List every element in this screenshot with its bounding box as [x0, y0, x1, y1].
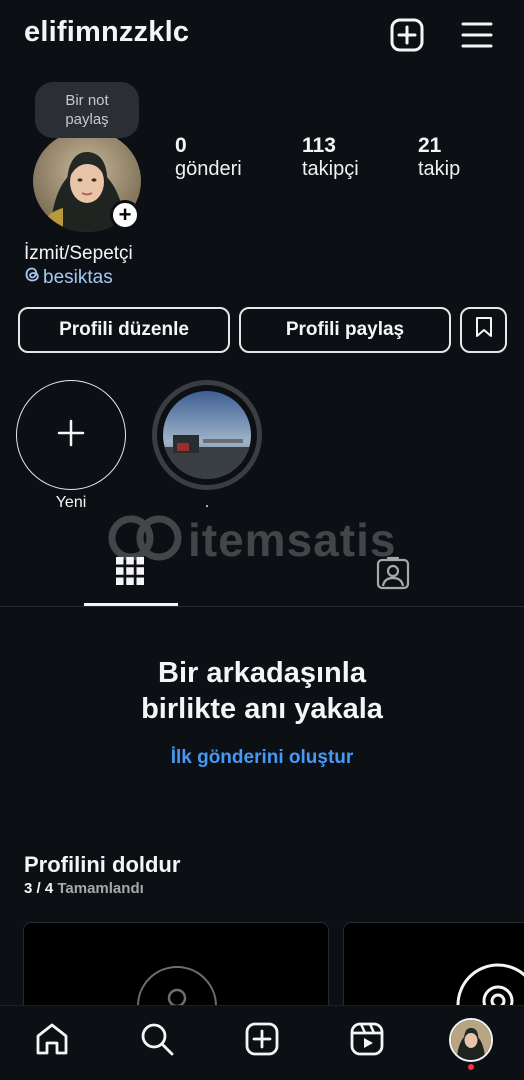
highlight-label-new: Yeni: [55, 494, 87, 511]
threads-icon: [24, 266, 41, 289]
reels-icon[interactable]: [347, 1019, 387, 1059]
tagged-person-icon: [376, 556, 410, 594]
stat-following-value: 21: [418, 134, 442, 157]
grid-tab[interactable]: [115, 556, 147, 588]
watermark: itemsatis: [108, 512, 418, 568]
discover-people-button[interactable]: [460, 307, 507, 353]
share-profile-button[interactable]: Profili paylaş: [239, 307, 451, 353]
note-text-line1: Bir not: [65, 92, 109, 109]
progress-status: Tamamlandı: [57, 880, 144, 897]
empty-state-title: Bir arkadaşınla birlikte anı yakala: [0, 655, 524, 727]
watermark-text: itemsatis: [188, 514, 397, 566]
home-icon[interactable]: [32, 1019, 72, 1059]
bio-location: İzmit/Sepetçi: [24, 243, 133, 264]
stat-following-label: takip: [418, 158, 461, 180]
stat-posts-value: 0: [175, 134, 187, 157]
highlight-item[interactable]: [152, 380, 262, 490]
plus-icon: [56, 418, 86, 453]
note-bubble[interactable]: Bir not paylaş: [35, 82, 139, 138]
stat-following[interactable]: 21 takip: [418, 134, 460, 181]
complete-profile-progress: 3 / 4 Tamamlandı: [24, 880, 144, 897]
stat-posts-label: gönderi: [175, 158, 242, 180]
empty-state-title-line2: birlikte anı yakala: [141, 693, 383, 725]
note-text-line2: paylaş: [65, 111, 109, 128]
threads-handle: besiktas: [43, 266, 113, 288]
profile-username[interactable]: elifimnzzklc: [24, 16, 189, 49]
search-icon[interactable]: [137, 1019, 177, 1059]
active-tab-indicator: [84, 603, 178, 606]
threads-link[interactable]: besiktas: [24, 266, 113, 289]
highlight-label: .: [204, 494, 210, 511]
notification-dot: [468, 1064, 474, 1070]
tagged-tab[interactable]: [376, 556, 410, 590]
create-first-post-link[interactable]: İlk gönderini oluştur: [0, 747, 524, 769]
add-story-icon[interactable]: +: [110, 200, 140, 230]
create-icon[interactable]: [242, 1019, 282, 1059]
menu-icon[interactable]: [457, 15, 497, 55]
profile-avatar[interactable]: [449, 1018, 493, 1062]
stat-posts[interactable]: 0 gönderi: [175, 134, 242, 181]
stat-followers-value: 113: [302, 134, 336, 157]
complete-profile-title: Profilini doldur: [24, 852, 181, 877]
stat-followers[interactable]: 113 takipçi: [302, 134, 359, 181]
progress-count: 3 / 4: [24, 880, 54, 897]
stat-followers-label: takipçi: [302, 158, 359, 180]
new-highlight-button[interactable]: [16, 380, 126, 490]
add-post-icon[interactable]: [387, 15, 427, 55]
tab-divider: [0, 606, 524, 607]
grid-icon: [115, 557, 145, 590]
highlight-thumbnail: [161, 389, 253, 481]
bookmark-person-icon: [474, 316, 494, 344]
empty-state-title-line1: Bir arkadaşınla: [158, 657, 366, 689]
edit-profile-button[interactable]: Profili düzenle: [18, 307, 230, 353]
